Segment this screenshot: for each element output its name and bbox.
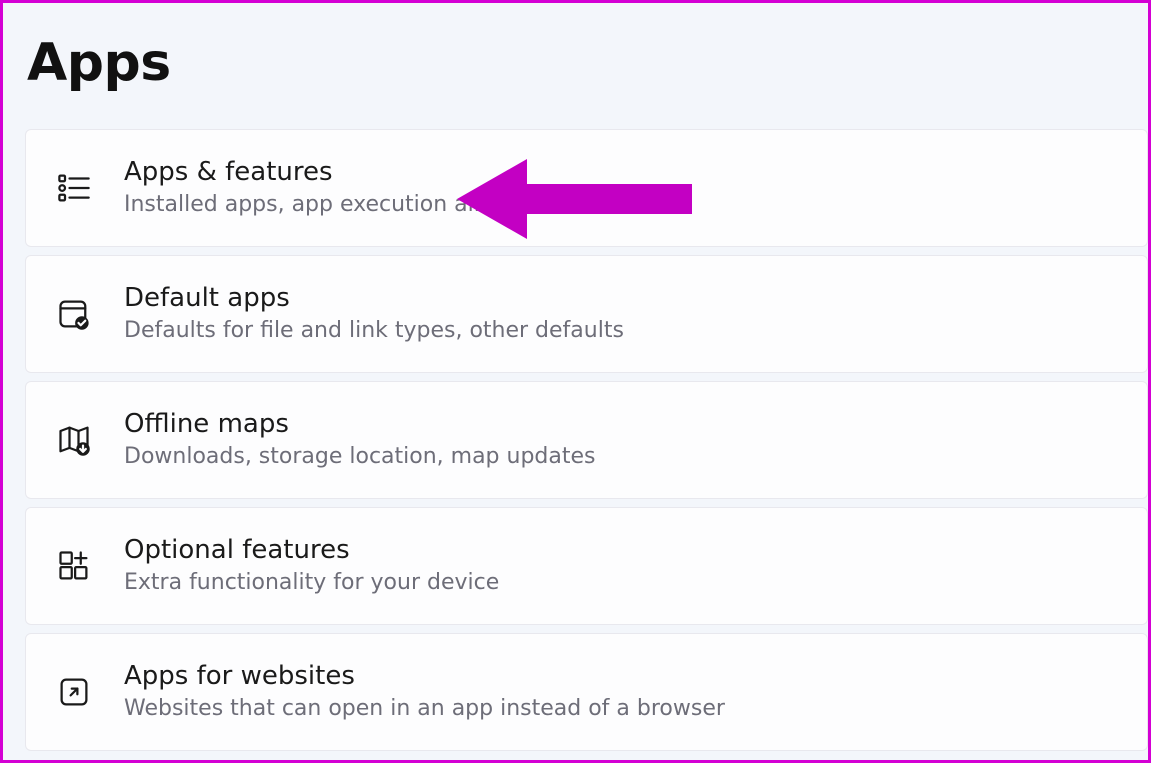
item-title: Optional features	[124, 534, 1123, 567]
item-subtitle: Websites that can open in an app instead…	[124, 695, 1123, 724]
settings-item-offline-maps[interactable]: Offline maps Downloads, storage location…	[25, 381, 1148, 499]
settings-item-apps-for-websites[interactable]: Apps for websites Websites that can open…	[25, 633, 1148, 751]
optional-features-icon	[54, 546, 94, 586]
settings-item-apps-features[interactable]: Apps & features Installed apps, app exec…	[25, 129, 1148, 247]
item-title: Apps for websites	[124, 660, 1123, 693]
item-title: Apps & features	[124, 156, 1123, 189]
item-title: Default apps	[124, 282, 1123, 315]
item-title: Offline maps	[124, 408, 1123, 441]
settings-item-optional-features[interactable]: Optional features Extra functionality fo…	[25, 507, 1148, 625]
apps-for-websites-icon	[54, 672, 94, 712]
offline-maps-icon	[54, 420, 94, 460]
item-subtitle: Downloads, storage location, map updates	[124, 443, 1123, 472]
settings-list: Apps & features Installed apps, app exec…	[25, 129, 1148, 751]
default-apps-icon	[54, 294, 94, 334]
item-subtitle: Installed apps, app execution aliases	[124, 191, 1123, 220]
settings-item-default-apps[interactable]: Default apps Defaults for file and link …	[25, 255, 1148, 373]
page-title: Apps	[27, 33, 1148, 93]
item-subtitle: Extra functionality for your device	[124, 569, 1123, 598]
item-subtitle: Defaults for file and link types, other …	[124, 317, 1123, 346]
apps-features-icon	[54, 168, 94, 208]
